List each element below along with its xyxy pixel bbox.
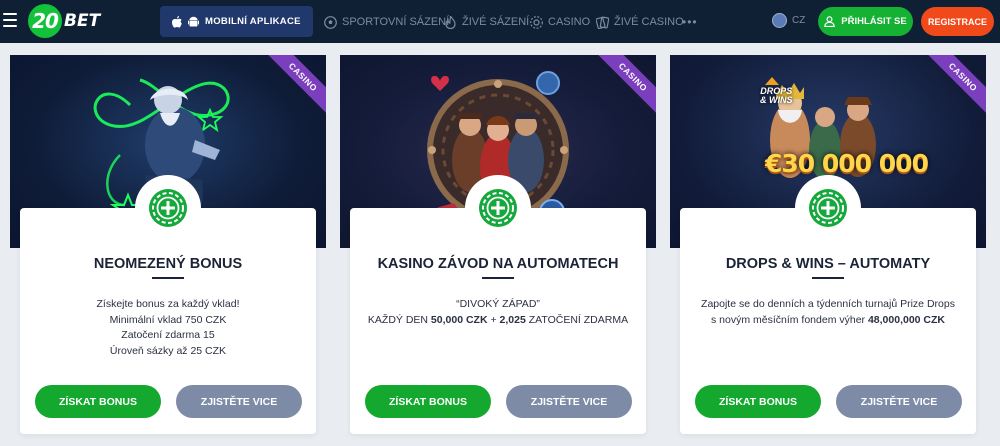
promo-panel: DROPS & WINS – AUTOMATY Zapojte se do de… bbox=[680, 208, 976, 434]
top-navbar: 20 BET MOBILNÍ APLIKACE SPORTOVNÍ SÁZENÍ… bbox=[0, 0, 1000, 43]
promo-line: Úroveň sázky až 25 CZK bbox=[109, 344, 227, 357]
prize-amount: 50,000 CZK bbox=[430, 313, 488, 326]
title-divider bbox=[482, 277, 514, 279]
promo-title: KASINO ZÁVOD NA AUTOMATECH bbox=[377, 256, 619, 272]
title-divider bbox=[152, 277, 184, 279]
live-fire-icon bbox=[443, 15, 457, 29]
android-icon bbox=[188, 16, 199, 28]
user-icon bbox=[824, 16, 836, 27]
chip-icon bbox=[149, 189, 187, 227]
nav-label: ŽIVÉ SÁZENÍ bbox=[462, 16, 530, 28]
login-button[interactable]: PŘIHLÁSIT SE bbox=[818, 7, 913, 36]
prize-amount: 48,000,000 CZK bbox=[867, 313, 946, 326]
mobile-app-label: MOBILNÍ APLIKACE bbox=[205, 16, 301, 27]
promo-description: Získejte bonus za každý vklad! Minimální… bbox=[20, 297, 316, 359]
promo-card-drops-wins: DROPS & WINS €30 000 000 CASINO DROPS & … bbox=[670, 55, 986, 435]
nav-label: ŽIVÉ CASINO bbox=[614, 16, 684, 28]
promo-text: ZATOČENÍ ZDARMA bbox=[525, 313, 629, 326]
bonus-badge bbox=[135, 175, 201, 241]
promo-text: KAŽDÝ DEN bbox=[367, 313, 431, 326]
promo-line: Minimální vklad 750 CZK bbox=[109, 313, 227, 326]
mobile-app-button[interactable]: MOBILNÍ APLIKACE bbox=[160, 6, 313, 37]
drops-wins-logo: DROPS & WINS bbox=[760, 87, 793, 105]
prize-pool-amount: €30 000 000 bbox=[765, 149, 929, 178]
promo-text: + bbox=[487, 313, 500, 326]
promo-title: NEOMEZENÝ BONUS bbox=[93, 256, 243, 272]
promo-title: DROPS & WINS – AUTOMATY bbox=[725, 256, 931, 272]
promo-panel: NEOMEZENÝ BONUS Získejte bonus za každý … bbox=[20, 208, 316, 434]
hamburger-menu-icon[interactable] bbox=[3, 13, 17, 27]
promo-panel: KASINO ZÁVOD NA AUTOMATECH “DIVOKÝ ZÁPAD… bbox=[350, 208, 646, 434]
nav-label: CASINO bbox=[548, 16, 591, 28]
promo-card-unlimited-bonus: CASINO NEOMEZENÝ BONUS Získejte bonus za… bbox=[10, 55, 326, 435]
free-spins-count: 2,025 bbox=[499, 313, 526, 326]
get-bonus-button[interactable]: ZÍSKAT BONUS bbox=[695, 385, 821, 418]
promo-line: Zapojte se do denních a týdenních turnaj… bbox=[701, 298, 955, 310]
promo-line: “DIVOKÝ ZÁPAD” bbox=[456, 298, 540, 310]
promo-line: s novým měsíčním fondem výher 48,000,000… bbox=[680, 313, 976, 329]
logo-line: & WINS bbox=[760, 95, 793, 105]
logo-number: 20 bbox=[32, 9, 59, 33]
language-label: CZ bbox=[792, 15, 806, 26]
bonus-badge bbox=[465, 175, 531, 241]
register-button[interactable]: REGISTRACE bbox=[921, 7, 994, 36]
nav-label: SPORTOVNÍ SÁZENÍ bbox=[342, 16, 450, 28]
promo-line: Získejte bonus za každý vklad! bbox=[96, 298, 240, 310]
logo[interactable]: 20 BET bbox=[28, 4, 100, 38]
nav-casino[interactable]: CASINO bbox=[529, 14, 590, 30]
bonus-badge bbox=[795, 175, 861, 241]
title-divider bbox=[812, 277, 844, 279]
apple-icon bbox=[172, 15, 182, 28]
nav-live-casino[interactable]: ŽIVÉ CASINO bbox=[595, 14, 684, 30]
promo-description: “DIVOKÝ ZÁPAD” KAŽDÝ DEN 50,000 CZK + 2,… bbox=[350, 297, 646, 328]
learn-more-button[interactable]: ZJISTĚTE VICE bbox=[506, 385, 632, 418]
more-menu-icon[interactable]: ••• bbox=[682, 15, 698, 29]
chip-icon bbox=[809, 189, 847, 227]
get-bonus-button[interactable]: ZÍSKAT BONUS bbox=[35, 385, 161, 418]
promo-line: KAŽDÝ DEN 50,000 CZK + 2,025 ZATOČENÍ ZD… bbox=[350, 313, 646, 329]
promo-line: Zatočení zdarma 15 bbox=[121, 329, 215, 341]
nav-sports-betting[interactable]: SPORTOVNÍ SÁZENÍ bbox=[323, 14, 449, 30]
casino-chip-icon bbox=[529, 15, 543, 29]
language-selector[interactable]: CZ bbox=[772, 13, 805, 28]
chip-icon bbox=[479, 189, 517, 227]
learn-more-button[interactable]: ZJISTĚTE VICE bbox=[836, 385, 962, 418]
nav-live-betting[interactable]: ŽIVÉ SÁZENÍ bbox=[443, 14, 529, 30]
promo-card-slot-race: CASINO KASINO ZÁVOD NA AUTOMATECH “DIVOK… bbox=[340, 55, 656, 435]
promo-description: Zapojte se do denních a týdenních turnaj… bbox=[680, 297, 976, 328]
globe-flag-icon bbox=[772, 13, 787, 28]
promo-text: s novým měsíčním fondem výher bbox=[710, 313, 868, 326]
learn-more-button[interactable]: ZJISTĚTE VICE bbox=[176, 385, 302, 418]
get-bonus-button[interactable]: ZÍSKAT BONUS bbox=[365, 385, 491, 418]
login-label: PŘIHLÁSIT SE bbox=[841, 16, 907, 27]
soccer-ball-icon bbox=[323, 15, 337, 29]
logo-badge: 20 bbox=[28, 4, 62, 38]
logo-text: BET bbox=[64, 11, 101, 31]
cards-icon bbox=[595, 15, 609, 29]
